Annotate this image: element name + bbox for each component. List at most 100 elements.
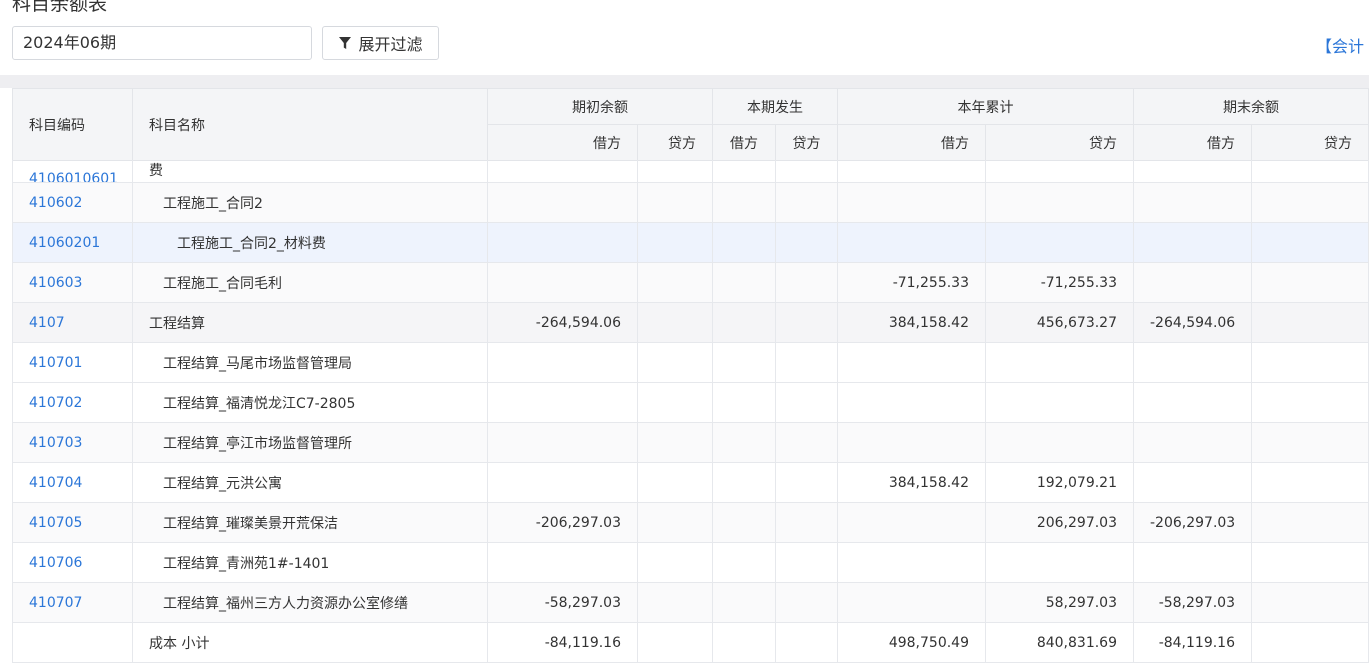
amount-cell: -58,297.03 <box>1133 582 1252 623</box>
amount-cell <box>637 182 713 223</box>
amount-cell: -206,297.03 <box>1133 502 1252 543</box>
amount-cell: -84,119.16 <box>487 622 638 663</box>
table-row[interactable]: 410602 工程施工_合同2 <box>12 182 1369 223</box>
row-name: 工程施工_合同2_材料费 <box>132 222 488 263</box>
row-code[interactable]: 4107 <box>12 302 133 343</box>
amount-cell: 498,750.49 <box>837 622 986 663</box>
amount-cell <box>1133 262 1252 303</box>
amount-cell <box>837 182 986 223</box>
amount-cell <box>775 582 838 623</box>
row-name: 工程结算_亭江市场监督管理所 <box>132 422 488 463</box>
amount-cell <box>1251 302 1369 343</box>
row-code[interactable]: 410701 <box>12 342 133 383</box>
amount-cell <box>1251 622 1369 663</box>
amount-cell <box>637 262 713 303</box>
amount-cell <box>837 502 986 543</box>
row-code[interactable]: 410603 <box>12 262 133 303</box>
row-code[interactable]: 410702 <box>12 382 133 423</box>
table-row[interactable]: 410703 工程结算_亭江市场监督管理所 <box>12 422 1369 463</box>
amount-cell <box>1133 342 1252 383</box>
row-code[interactable]: 410707 <box>12 582 133 623</box>
row-code[interactable]: 4106010601 <box>12 160 133 183</box>
amount-cell <box>712 382 776 423</box>
amount-cell <box>1251 422 1369 463</box>
amount-cell <box>1251 382 1369 423</box>
period-selector[interactable]: 2024年06期 <box>12 26 312 60</box>
amount-cell <box>712 302 776 343</box>
amount-cell <box>487 262 638 303</box>
amount-cell <box>1251 502 1369 543</box>
row-code[interactable]: 410704 <box>12 462 133 503</box>
cell <box>1251 160 1369 183</box>
amount-cell <box>837 422 986 463</box>
amount-cell: -264,594.06 <box>1133 302 1252 343</box>
table-row[interactable]: 410707 工程结算_福州三方人力资源办公室修缮 -58,297.03 58,297… <box>12 582 1369 623</box>
amount-cell <box>837 582 986 623</box>
table-row[interactable]: 410706 工程结算_青洲苑1#-1401 <box>12 542 1369 583</box>
row-code[interactable]: 410705 <box>12 502 133 543</box>
amount-cell <box>837 382 986 423</box>
table-body-wrap[interactable]: 4106010601 费 410602 工程施工_合同2 41060201 工程施工_… <box>12 160 1369 671</box>
amount-cell <box>775 542 838 583</box>
amount-cell: -71,255.33 <box>837 262 986 303</box>
table-row[interactable]: 4107 工程结算 -264,594.06 384,158.42 456,673.27-… <box>12 302 1369 343</box>
amount-cell: 384,158.42 <box>837 302 986 343</box>
table-row[interactable]: 410702 工程结算_福清悦龙江C7-2805 <box>12 382 1369 423</box>
amount-cell <box>775 622 838 663</box>
row-code[interactable]: 410706 <box>12 542 133 583</box>
amount-cell: 206,297.03 <box>985 502 1134 543</box>
col-name-header[interactable]: 科目名称 <box>132 88 488 161</box>
table-row[interactable]: 41060201 工程施工_合同2_材料费 <box>12 222 1369 263</box>
table-row[interactable]: 成本 小计 -84,119.16 498,750.49 840,831.69 -84,1… <box>12 622 1369 663</box>
amount-cell: 384,158.42 <box>837 462 986 503</box>
opening-credit-header: 贷方 <box>637 124 713 161</box>
amount-cell <box>637 462 713 503</box>
amount-cell <box>775 382 838 423</box>
amount-cell <box>985 342 1134 383</box>
amount-cell <box>985 222 1134 263</box>
amount-cell <box>775 222 838 263</box>
amount-cell: 192,079.21 <box>985 462 1134 503</box>
amount-cell <box>487 182 638 223</box>
current-credit-header: 贷方 <box>775 124 838 161</box>
accounting-link[interactable]: 【会计 <box>1316 33 1364 57</box>
cell <box>712 160 776 183</box>
amount-cell <box>487 342 638 383</box>
ytd-credit-header: 贷方 <box>985 124 1134 161</box>
expand-filter-button[interactable]: 展开过滤 <box>322 26 439 60</box>
amount-cell <box>487 222 638 263</box>
amount-cell <box>775 342 838 383</box>
cell <box>985 160 1134 183</box>
amount-cell: -206,297.03 <box>487 502 638 543</box>
row-code[interactable]: 410602 <box>12 182 133 223</box>
row-name: 工程结算_璀璨美景开荒保洁 <box>132 502 488 543</box>
table-row[interactable]: 410704 工程结算_元洪公寓 384,158.42 192,079.21 <box>12 462 1369 503</box>
row-code[interactable]: 410703 <box>12 422 133 463</box>
amount-cell <box>637 542 713 583</box>
amount-cell <box>775 262 838 303</box>
col-code-header[interactable]: 科目编码 <box>12 88 133 161</box>
row-name: 工程结算_马尾市场监督管理局 <box>132 342 488 383</box>
table-row-partial[interactable]: 4106010601 费 <box>12 160 1369 183</box>
row-name: 工程施工_合同2 <box>132 182 488 223</box>
amount-cell <box>712 222 776 263</box>
amount-cell <box>1251 222 1369 263</box>
amount-cell <box>637 422 713 463</box>
amount-cell <box>1251 262 1369 303</box>
amount-cell: 58,297.03 <box>985 582 1134 623</box>
row-name: 费 <box>132 160 488 183</box>
table-row[interactable]: 410705 工程结算_璀璨美景开荒保洁 -206,297.03 206,297.03… <box>12 502 1369 543</box>
row-name: 成本 小计 <box>132 622 488 663</box>
amount-cell <box>487 422 638 463</box>
amount-cell <box>775 422 838 463</box>
amount-cell <box>712 462 776 503</box>
table-row[interactable]: 410701 工程结算_马尾市场监督管理局 <box>12 342 1369 383</box>
amount-cell <box>1133 222 1252 263</box>
row-name: 工程结算_福清悦龙江C7-2805 <box>132 382 488 423</box>
row-code[interactable]: 41060201 <box>12 222 133 263</box>
table-row[interactable]: 410603 工程施工_合同毛利 -71,255.33 -71,255.33 <box>12 262 1369 303</box>
amount-cell <box>775 302 838 343</box>
cell <box>1133 160 1252 183</box>
balance-table-header: 科目编码 科目名称 期初余额 本期发生 本年累计 期末余额 借方 贷方 借方 贷… <box>12 88 1369 161</box>
row-name: 工程结算_青洲苑1#-1401 <box>132 542 488 583</box>
